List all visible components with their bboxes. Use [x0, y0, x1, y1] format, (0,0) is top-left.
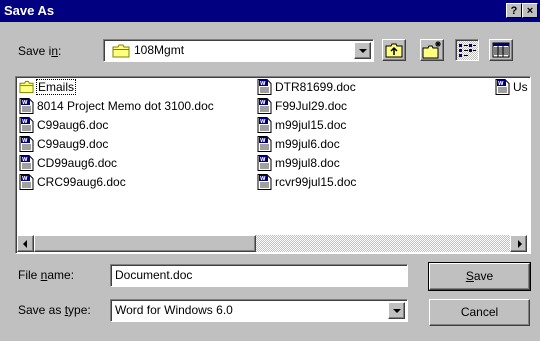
word-document-icon: W [19, 136, 34, 152]
folder-icon [112, 44, 130, 58]
svg-text:W: W [498, 81, 504, 87]
word-document-icon: W [257, 136, 272, 152]
scrollbar-track[interactable] [256, 235, 510, 252]
svg-text:W: W [22, 176, 28, 182]
list-view-icon [459, 44, 476, 57]
word-document-icon: W [495, 79, 510, 95]
scrollbar-thumb[interactable] [34, 235, 256, 252]
window-title: Save As [4, 3, 55, 18]
save-as-type-label: Save as type: [18, 303, 91, 317]
file-name: 8014 Project Memo dot 3100.doc [37, 99, 214, 113]
close-button[interactable]: × [522, 3, 538, 18]
file-name: Emails [35, 79, 77, 95]
save-as-type-dropdown-button[interactable] [388, 302, 405, 319]
arrow-left-icon [23, 240, 27, 248]
details-view-icon [492, 42, 510, 58]
word-document-icon: W [19, 117, 34, 133]
chevron-down-icon [393, 309, 401, 313]
svg-text:W: W [260, 176, 266, 182]
word-document-icon: W [257, 174, 272, 190]
file-name: C99aug9.doc [37, 137, 109, 151]
word-document-icon: W [19, 174, 34, 190]
file-name-label: File name: [18, 268, 75, 282]
save-in-dropdown[interactable]: 108Mgmt [103, 39, 374, 62]
save-button[interactable]: Save [428, 262, 531, 291]
save-in-label: Save in: [18, 44, 62, 58]
chevron-down-icon [359, 49, 367, 53]
file-name: rcvr99jul15.doc [275, 175, 357, 189]
file-name-value: Document.doc [115, 268, 193, 282]
word-document-icon: W [19, 155, 34, 171]
svg-text:W: W [260, 81, 266, 87]
list-view-button[interactable] [455, 39, 479, 61]
file-name: Us [513, 80, 528, 94]
svg-text:W: W [260, 138, 266, 144]
file-name: m99jul15.doc [275, 118, 347, 132]
word-document-icon: W [257, 79, 272, 95]
file-name: CD99aug6.doc [37, 156, 118, 170]
save-as-type-value: Word for Windows 6.0 [115, 303, 233, 317]
svg-text:W: W [22, 100, 28, 106]
word-document-icon: W [257, 117, 272, 133]
svg-text:W: W [260, 157, 266, 163]
up-one-level-icon [385, 43, 403, 58]
arrow-right-icon [518, 240, 522, 248]
folder-icon [19, 80, 34, 94]
save-as-type-dropdown[interactable]: Word for Windows 6.0 [110, 299, 408, 322]
help-button[interactable]: ? [506, 3, 522, 18]
svg-text:W: W [22, 138, 28, 144]
scroll-right-button[interactable] [510, 235, 527, 252]
file-name: m99jul8.doc [275, 156, 340, 170]
file-name: C99aug6.doc [37, 118, 109, 132]
save-in-dropdown-button[interactable] [354, 42, 371, 59]
word-document-icon: W [257, 98, 272, 114]
word-document-icon: W [19, 98, 34, 114]
create-new-folder-button[interactable] [420, 39, 444, 61]
title-bar[interactable]: Save As ? × [0, 0, 540, 22]
horizontal-scrollbar[interactable] [17, 235, 527, 252]
file-list[interactable]: Emails W 8014 Project Memo dot 3100.doc W C9… [15, 76, 531, 254]
file-name: CRC99aug6.doc [37, 175, 126, 189]
file-name: F99Jul29.doc [275, 99, 348, 113]
details-view-button[interactable] [489, 39, 513, 61]
file-name: m99jul6.doc [275, 137, 340, 151]
svg-text:W: W [22, 119, 28, 125]
svg-text:W: W [260, 100, 266, 106]
file-name: DTR81699.doc [275, 80, 356, 94]
save-in-value: 108Mgmt [134, 43, 185, 57]
cancel-button[interactable]: Cancel [429, 299, 530, 326]
svg-text:W: W [260, 119, 266, 125]
word-document-icon: W [257, 155, 272, 171]
up-one-level-button[interactable] [382, 39, 406, 61]
scroll-left-button[interactable] [17, 235, 34, 252]
svg-text:W: W [22, 157, 28, 163]
file-name-input[interactable]: Document.doc [110, 264, 408, 287]
create-new-folder-icon [422, 41, 441, 59]
save-as-dialog: Save As ? × Save in: 108Mgmt Emails W 80… [0, 0, 540, 341]
